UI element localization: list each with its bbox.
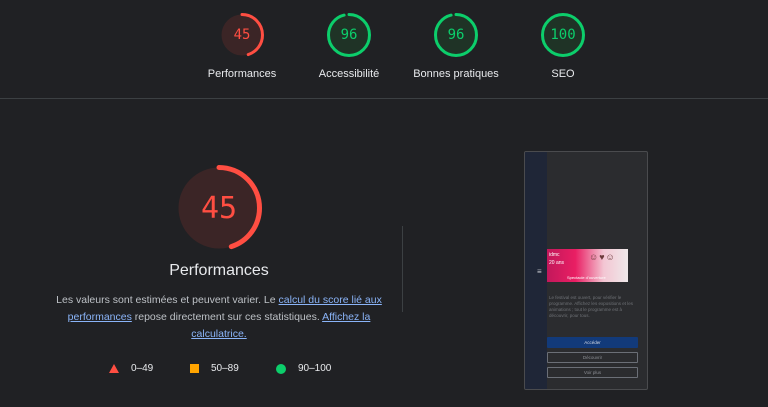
gauge-ring: 96 [326, 12, 372, 58]
legend-range: 0–49 [131, 363, 154, 374]
square-icon [190, 364, 199, 373]
gauge-label: Bonnes pratiques [413, 68, 499, 80]
screenshot-banner: idmc 20 ans ☺♥☺ Spectacle d’ouverture [547, 249, 628, 282]
screenshot-primary-button: Accéder [547, 337, 638, 348]
gauge-label: SEO [551, 68, 575, 80]
desc-text-1: Les valeurs sont estimées et peuvent var… [56, 294, 279, 306]
legend-item-fail: 0–49 [109, 363, 153, 374]
performance-description: Les valeurs sont estimées et peuvent var… [56, 292, 382, 343]
legend-item-pass: 90–100 [276, 363, 331, 374]
banner-line-1: idmc [549, 252, 560, 258]
desc-text-2: repose directement sur ces statistiques. [131, 311, 323, 323]
gauge-score: 45 [233, 27, 251, 43]
gauge-performances[interactable]: 45 Performances [187, 12, 297, 80]
final-screenshot[interactable]: ≡ idmc 20 ans ☺♥☺ Spectacle d’ouverture … [524, 151, 648, 390]
gauge-best-practices[interactable]: 96 Bonnes pratiques [401, 12, 511, 80]
menu-icon: ≡ [537, 267, 542, 276]
gauge-ring: 100 [540, 12, 586, 58]
banner-caption: Spectacle d’ouverture [567, 275, 606, 280]
legend-item-average: 50–89 [190, 363, 239, 374]
gauge-label: Performances [207, 68, 277, 80]
screenshot-tertiary-button: Voir plus [547, 367, 638, 378]
screenshot-body-text: Le festival est ouvert, pour vérifier le… [549, 295, 633, 318]
gauge-score: 96 [340, 27, 358, 43]
screenshot-secondary-button: Découvrir [547, 352, 638, 363]
gauge-score: 96 [447, 27, 465, 43]
main-gauge-score: 45 [200, 190, 238, 226]
performance-title: Performances [169, 262, 269, 279]
category-gauges-bar: 45 Performances 96 Accessibilité 96 Bonn… [0, 0, 768, 99]
screenshot-sidebar [525, 152, 547, 389]
performance-main-gauge: 45 [175, 164, 263, 252]
banner-figures: ☺♥☺ [589, 252, 616, 262]
legend-range: 90–100 [298, 363, 332, 374]
circle-icon [276, 363, 286, 374]
gauge-accessibility[interactable]: 96 Accessibilité [294, 12, 404, 80]
triangle-icon [109, 364, 119, 373]
banner-line-2: 20 ans [549, 260, 565, 266]
gauge-ring: 45 [219, 12, 265, 58]
vertical-divider [402, 226, 403, 312]
gauge-label: Accessibilité [318, 68, 380, 80]
gauge-seo[interactable]: 100 SEO [508, 12, 618, 80]
gauge-score: 100 [550, 27, 576, 43]
legend-range: 50–89 [211, 363, 239, 374]
gauge-ring: 96 [433, 12, 479, 58]
